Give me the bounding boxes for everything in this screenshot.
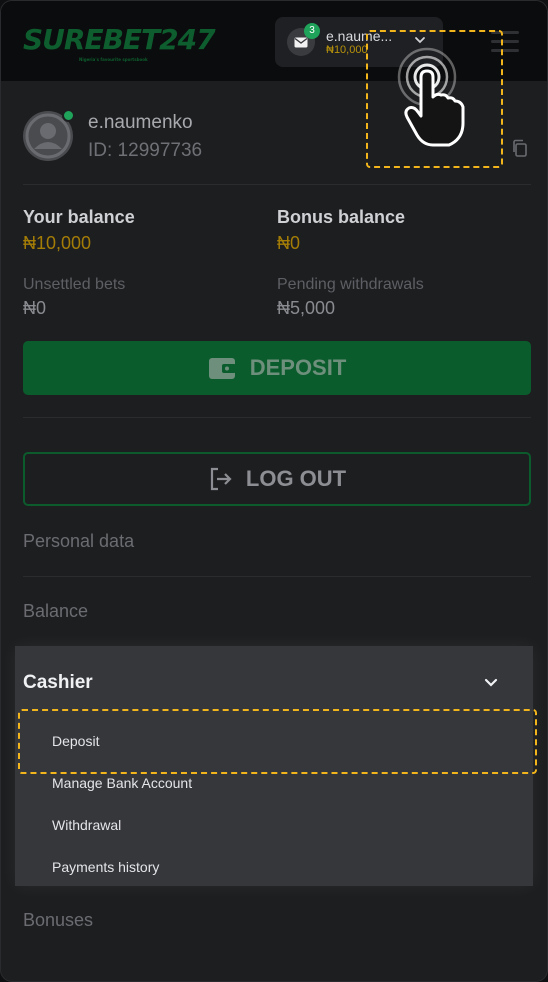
bonus-balance-value: ₦0 [277, 233, 301, 253]
pill-balance: ₦10,000 [326, 44, 368, 56]
menu-item-personal-data[interactable]: Personal data [23, 531, 134, 552]
cashier-item-payments-history[interactable]: Payments history [52, 859, 159, 875]
logout-button-label: LOG OUT [245, 466, 347, 491]
copy-icon[interactable] [511, 139, 529, 157]
divider [23, 576, 531, 577]
menu-item-balance[interactable]: Balance [23, 601, 88, 622]
cashier-item-withdrawal[interactable]: Withdrawal [52, 817, 121, 833]
surebet-logo[interactable]: SUREBET247 Nigeria's favourite sportsboo… [23, 23, 216, 62]
menu-item-bonuses[interactable]: Bonuses [23, 910, 93, 931]
deposit-button[interactable]: DEPOSIT [23, 341, 531, 395]
divider [23, 417, 531, 418]
menu-item-cashier[interactable]: Cashier [23, 672, 93, 694]
pending-withdrawals-value: ₦5,000 [277, 298, 336, 318]
profile-user-id: ID: 12997736 [88, 140, 203, 161]
profile-username: e.naumenko [88, 112, 193, 133]
your-balance-value: ₦10,000 [23, 233, 92, 253]
logo-tagline: Nigeria's favourite sportsbook [79, 57, 148, 62]
tap-hand-icon [397, 47, 465, 147]
pending-withdrawals-label: Pending withdrawals [277, 276, 424, 293]
unsettled-bets-label: Unsettled bets [23, 276, 126, 293]
highlight-box [18, 709, 537, 774]
logout-icon [210, 467, 232, 491]
unsettled-bets-value: ₦0 [23, 298, 47, 318]
cashier-item-manage-bank-account[interactable]: Manage Bank Account [52, 775, 192, 791]
logout-button[interactable]: LOG OUT [23, 452, 531, 506]
unread-count-badge: 3 [304, 23, 320, 39]
wallet-icon [208, 358, 236, 379]
online-status-dot [62, 109, 75, 122]
deposit-button-label: DEPOSIT [249, 355, 347, 380]
your-balance-label: Your balance [23, 207, 135, 227]
divider [23, 184, 531, 185]
app-frame: SUREBET247 Nigeria's favourite sportsboo… [0, 0, 548, 982]
logo-text: SUREBET247 [23, 23, 216, 56]
chevron-down-icon[interactable] [483, 674, 499, 690]
bonus-balance-label: Bonus balance [277, 207, 406, 227]
